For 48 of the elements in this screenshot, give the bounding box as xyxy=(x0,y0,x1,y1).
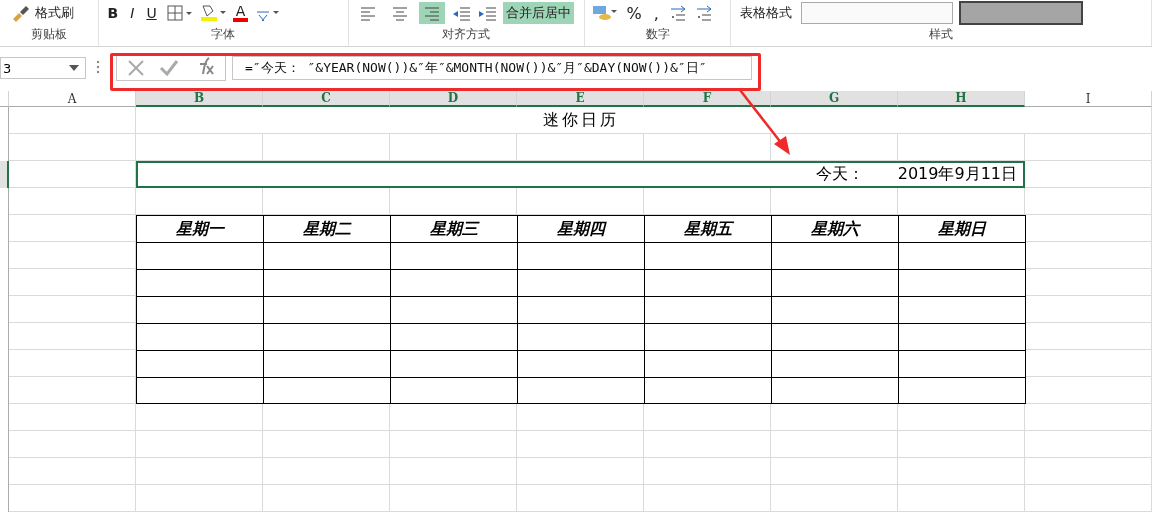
column-header[interactable]: D xyxy=(390,91,517,107)
arrow xyxy=(739,89,790,155)
group-label: 样式 xyxy=(927,26,954,42)
column-header[interactable]: F xyxy=(644,91,771,107)
dropdown-icon[interactable] xyxy=(69,65,79,71)
check-icon[interactable] xyxy=(159,59,179,77)
column-header[interactable]: G xyxy=(771,91,898,107)
calendar-grid[interactable] xyxy=(136,242,1026,404)
cell-style-box[interactable] xyxy=(958,1,1083,25)
borders-icon[interactable] xyxy=(165,3,193,23)
font-color-button[interactable]: A xyxy=(232,4,249,22)
number-format-button[interactable]: , xyxy=(650,2,662,24)
group-label: 对齐方式 xyxy=(441,26,492,42)
today-cell[interactable]: 今天： 2019年9月11日 xyxy=(136,161,1025,188)
currency-icon[interactable] xyxy=(591,3,618,23)
italic-button[interactable]: I xyxy=(127,2,138,24)
today-label: 今天： xyxy=(815,164,864,185)
bold-button[interactable]: B xyxy=(104,2,122,24)
merge-center-button[interactable]: 合并后居中 xyxy=(502,2,574,24)
table-format-button[interactable]: 表格格式 xyxy=(736,2,795,24)
column-header[interactable]: B xyxy=(136,91,263,107)
weekday-header: 星期六 xyxy=(771,215,899,243)
column-header[interactable]: E xyxy=(517,91,644,107)
cell-style-box[interactable] xyxy=(800,2,953,24)
underline-button[interactable]: U xyxy=(143,2,160,24)
format-painter-button[interactable]: 格式刷 xyxy=(6,2,77,24)
group-label: 字体 xyxy=(210,26,237,42)
weekday-header: 星期三 xyxy=(390,215,518,243)
name-box[interactable]: 3 xyxy=(0,57,86,79)
grip-icon[interactable] xyxy=(96,59,100,74)
weekday-header: 星期五 xyxy=(644,215,772,243)
today-date: 2019年9月11日 xyxy=(897,164,1017,185)
column-header[interactable]: H xyxy=(898,91,1025,107)
weekday-header: 星期二 xyxy=(263,215,391,243)
group-label: 数字 xyxy=(644,26,671,42)
row-header[interactable] xyxy=(0,161,9,188)
column-header[interactable]: C xyxy=(263,91,390,107)
fill-color-icon[interactable] xyxy=(198,3,227,23)
group-label: 剪贴板 xyxy=(29,26,68,42)
weekday-header: 星期四 xyxy=(517,215,645,243)
weekday-header: 星期一 xyxy=(136,215,264,243)
number-format-button[interactable]: % xyxy=(623,2,645,24)
cell-reference: 3 xyxy=(3,60,12,76)
formula-field[interactable]: =″今天： ″&YEAR(NOW())&″年″&MONTH(NOW())&″月″&DAY(NOW())&″日″ xyxy=(232,56,752,80)
weekday-header: 星期日 xyxy=(898,215,1026,243)
column-header[interactable]: A xyxy=(9,91,136,107)
column-header[interactable]: I xyxy=(1025,91,1152,107)
close-icon[interactable] xyxy=(127,59,145,77)
